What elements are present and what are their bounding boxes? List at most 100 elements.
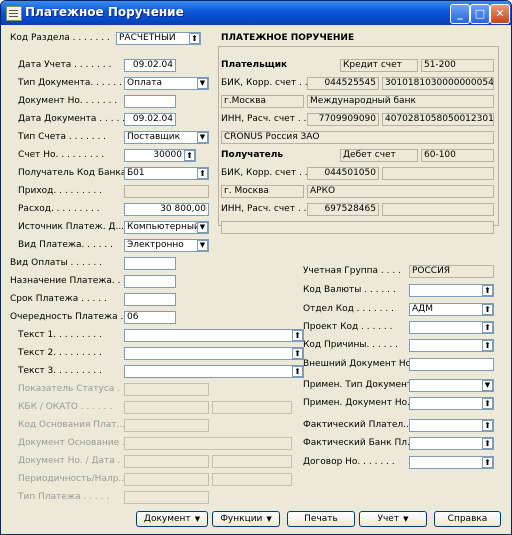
period-field xyxy=(124,473,209,486)
text2-field[interactable]: ⬆ xyxy=(124,347,304,360)
post-menu-button[interactable]: Учет ▼ xyxy=(359,511,427,527)
lookup-icon[interactable]: ⬆ xyxy=(482,285,493,296)
text3-field[interactable]: ⬆ xyxy=(124,365,304,378)
document-menu-button[interactable]: Документ ▼ xyxy=(136,511,208,527)
payment-purpose-field[interactable] xyxy=(124,275,176,288)
help-button[interactable]: Справка xyxy=(434,511,501,527)
close-button[interactable]: ✕ xyxy=(490,4,510,24)
dropdown-arrow-icon[interactable]: ▼ xyxy=(197,240,208,251)
actual-bank-field[interactable]: ⬆ xyxy=(409,437,494,450)
lookup-icon[interactable]: ⬆ xyxy=(482,304,493,315)
payment-order-field[interactable]: 06 xyxy=(124,311,176,324)
external-doc-label: Внешний Документ Но. . xyxy=(303,359,420,369)
debit-account-field: 60-100 xyxy=(421,149,494,162)
payer-account-field: 40702810580500123012 xyxy=(382,113,494,126)
currency-code-field[interactable]: ⬆ xyxy=(409,284,494,297)
maximize-icon: □ xyxy=(474,7,486,20)
minimize-button[interactable]: _ xyxy=(450,4,470,24)
lookup-icon[interactable]: ⬆ xyxy=(292,330,303,341)
account-type-label: Тип Счета . . . . . . . xyxy=(18,132,107,142)
credit-account-label: Кредит счет xyxy=(340,59,418,72)
account-no-label: Счет Но. . . . . . . . . xyxy=(18,150,105,160)
text3-label: Текст 3. . . . . . . . . xyxy=(18,366,102,376)
recipient-inn-field: 697528465 xyxy=(307,203,379,216)
lookup-icon[interactable]: ⬆ xyxy=(482,322,493,333)
posting-date-field[interactable]: 09.02.04 xyxy=(124,59,176,72)
applies-doc-no-label: Примен. Документ Но. . xyxy=(303,398,416,408)
payment-kind2-label: Тип Платежа . . . . . xyxy=(18,492,110,502)
recipient-bank-field[interactable]: Б01 ⬆ xyxy=(124,167,209,180)
print-button[interactable]: Печать xyxy=(287,511,355,527)
reason-code-field[interactable]: ⬆ xyxy=(409,339,494,352)
doc-no-field[interactable] xyxy=(124,95,176,108)
lookup-icon[interactable]: ⬆ xyxy=(482,340,493,351)
doc-date-field[interactable]: 09.02.04 xyxy=(124,113,176,126)
reason-code-label: Код Причины. . . . . . xyxy=(303,340,398,350)
income-label: Приход. . . . . . . . . xyxy=(18,186,103,196)
income-field xyxy=(124,185,209,198)
dept-code-label: Отдел Код . . . . . . . xyxy=(303,304,394,314)
doc-date-label: Дата Документа . . . . . xyxy=(18,114,126,124)
lookup-icon[interactable]: ⬆ xyxy=(482,438,493,449)
dropdown-arrow-icon[interactable]: ▼ xyxy=(197,222,208,233)
applies-doc-no-field[interactable]: ⬆ xyxy=(409,397,494,410)
applies-doc-type-field[interactable]: ▼ xyxy=(409,379,494,392)
credit-account-field: 51-200 xyxy=(421,59,494,72)
dropdown-arrow-icon[interactable]: ▼ xyxy=(482,380,493,391)
expense-field[interactable]: 30 800,00 xyxy=(124,203,209,216)
accounting-group-label: Учетная Группа . . . . xyxy=(303,266,401,276)
maximize-button[interactable]: □ xyxy=(470,4,490,24)
title-bar[interactable]: Платежное Поручение _ □ ✕ xyxy=(1,1,511,25)
recipient-city-field: г. Москва xyxy=(221,185,304,198)
basis-document-field xyxy=(124,437,292,450)
account-type-field[interactable]: Поставщик ▼ xyxy=(124,131,209,144)
doc-no-date-label: Документ Но. / Дата . . xyxy=(18,456,127,466)
contract-no-field[interactable]: ⬆ xyxy=(409,456,494,469)
dept-code-field[interactable]: АДМ ⬆ xyxy=(409,303,494,316)
payment-source-field[interactable]: Компьютерный ▼ xyxy=(124,221,209,234)
section-code-field[interactable]: РАСЧЕТНЫЙ ⬆ xyxy=(116,32,201,45)
payment-order-label: Очередность Платежа . xyxy=(10,312,124,322)
kbk-field xyxy=(124,401,209,414)
tax-field xyxy=(212,473,292,486)
recipient-account-field xyxy=(382,203,494,216)
lookup-icon[interactable]: ⬆ xyxy=(482,457,493,468)
lookup-icon[interactable]: ⬆ xyxy=(184,150,195,161)
basis-document-label: Документ Основание . . xyxy=(18,438,131,448)
recipient-bank-label: Получатель Код Банка. . xyxy=(18,168,135,178)
payment-term-field[interactable] xyxy=(124,293,176,306)
functions-menu-button[interactable]: Функции ▼ xyxy=(212,511,280,527)
chevron-down-icon: ▼ xyxy=(266,515,272,523)
payment-purpose-label: Назначение Платежа. . xyxy=(10,276,121,286)
payer-corr-field: 30101810300000000545 xyxy=(382,77,494,90)
external-doc-field[interactable] xyxy=(409,358,494,371)
payment-kind-field[interactable]: Электронно ▼ xyxy=(124,239,209,252)
contract-no-label: Договор Но. . . . . . . xyxy=(303,457,395,467)
account-no-field[interactable]: 30000 ⬆ xyxy=(124,149,196,162)
chevron-down-icon: ▼ xyxy=(403,515,409,523)
section-code-label: Код Раздела . . . . . . . xyxy=(10,33,110,43)
project-code-field[interactable]: ⬆ xyxy=(409,321,494,334)
recipient-inn-label: ИНН, Расч. счет . . xyxy=(221,204,307,214)
payment-type-field[interactable] xyxy=(124,257,176,270)
text1-field[interactable]: ⬆ xyxy=(124,329,304,342)
lookup-icon[interactable]: ⬆ xyxy=(292,366,303,377)
lookup-icon[interactable]: ⬆ xyxy=(482,420,493,431)
payment-order-window: Платежное Поручение _ □ ✕ Код Раздела . … xyxy=(0,0,512,535)
okato-field xyxy=(212,401,292,414)
minimize-icon: _ xyxy=(457,7,463,20)
text2-label: Текст 2. . . . . . . . . xyxy=(18,348,102,358)
lookup-icon[interactable]: ⬆ xyxy=(197,168,208,179)
document-icon xyxy=(6,6,22,21)
payer-bik-field: 044525545 xyxy=(307,77,379,90)
dropdown-arrow-icon[interactable]: ▼ xyxy=(197,78,208,89)
doc-type-field[interactable]: Оплата ▼ xyxy=(124,77,209,90)
lookup-icon[interactable]: ⬆ xyxy=(482,398,493,409)
dropdown-arrow-icon[interactable]: ▼ xyxy=(197,132,208,143)
lookup-icon[interactable]: ⬆ xyxy=(292,348,303,359)
lookup-icon[interactable]: ⬆ xyxy=(189,33,200,44)
payment-term-label: Срок Платежа . . . . . xyxy=(10,294,107,304)
recipient-bik-label: БИК, Корр. счет . . xyxy=(221,168,308,178)
actual-payer-field[interactable]: ⬆ xyxy=(409,419,494,432)
payer-bik-label: БИК, Корр. счет . . xyxy=(221,78,308,88)
